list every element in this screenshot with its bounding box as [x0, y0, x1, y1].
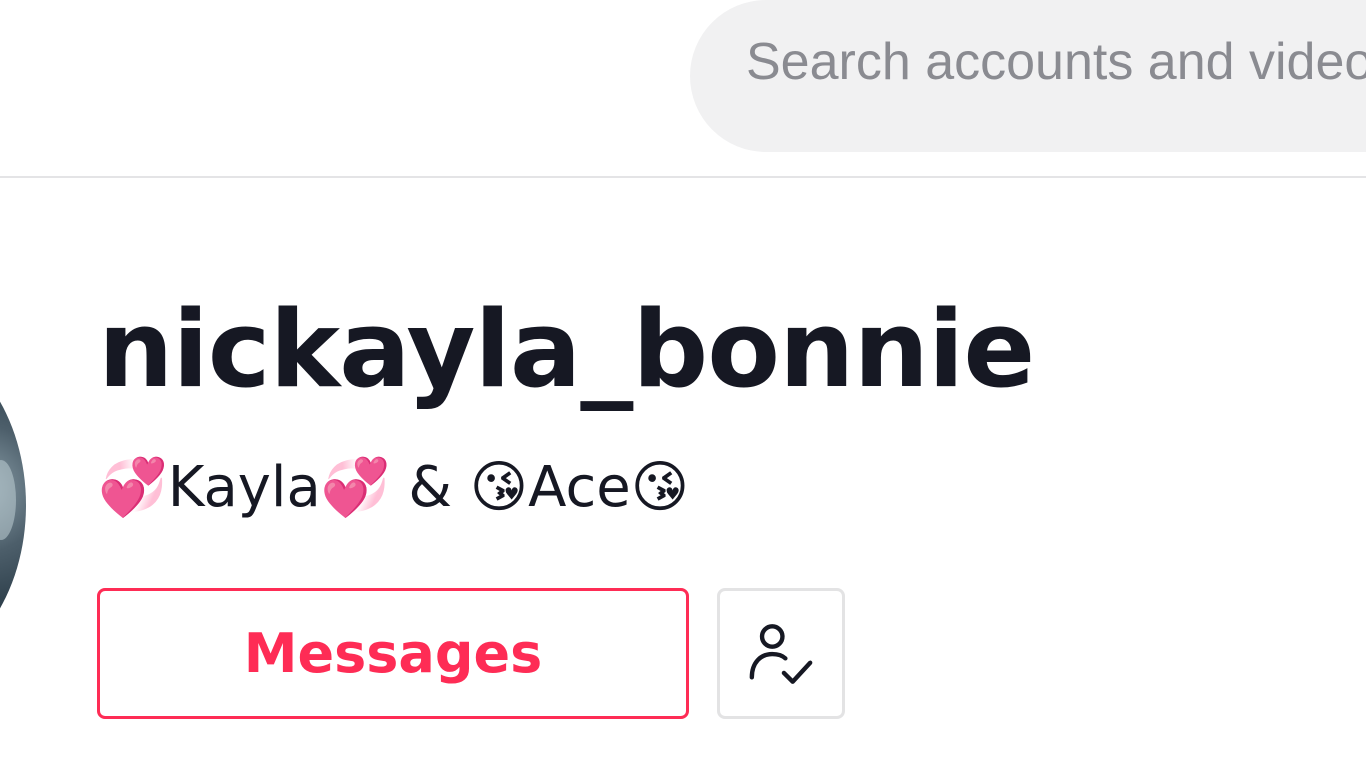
search-bar[interactable]	[690, 0, 1366, 152]
search-input[interactable]	[746, 30, 1366, 94]
profile-nickname: 💞Kayla💞 & 😘Ace😘	[98, 455, 690, 520]
top-header	[0, 0, 1366, 178]
following-button[interactable]	[717, 588, 845, 719]
profile-page: nickayla_bonnie 💞Kayla💞 & 😘Ace😘 Messages	[0, 0, 1366, 768]
profile-username: nickayla_bonnie	[98, 288, 1035, 411]
avatar[interactable]	[0, 340, 26, 670]
user-check-icon	[749, 623, 813, 684]
messages-button[interactable]: Messages	[97, 588, 689, 719]
